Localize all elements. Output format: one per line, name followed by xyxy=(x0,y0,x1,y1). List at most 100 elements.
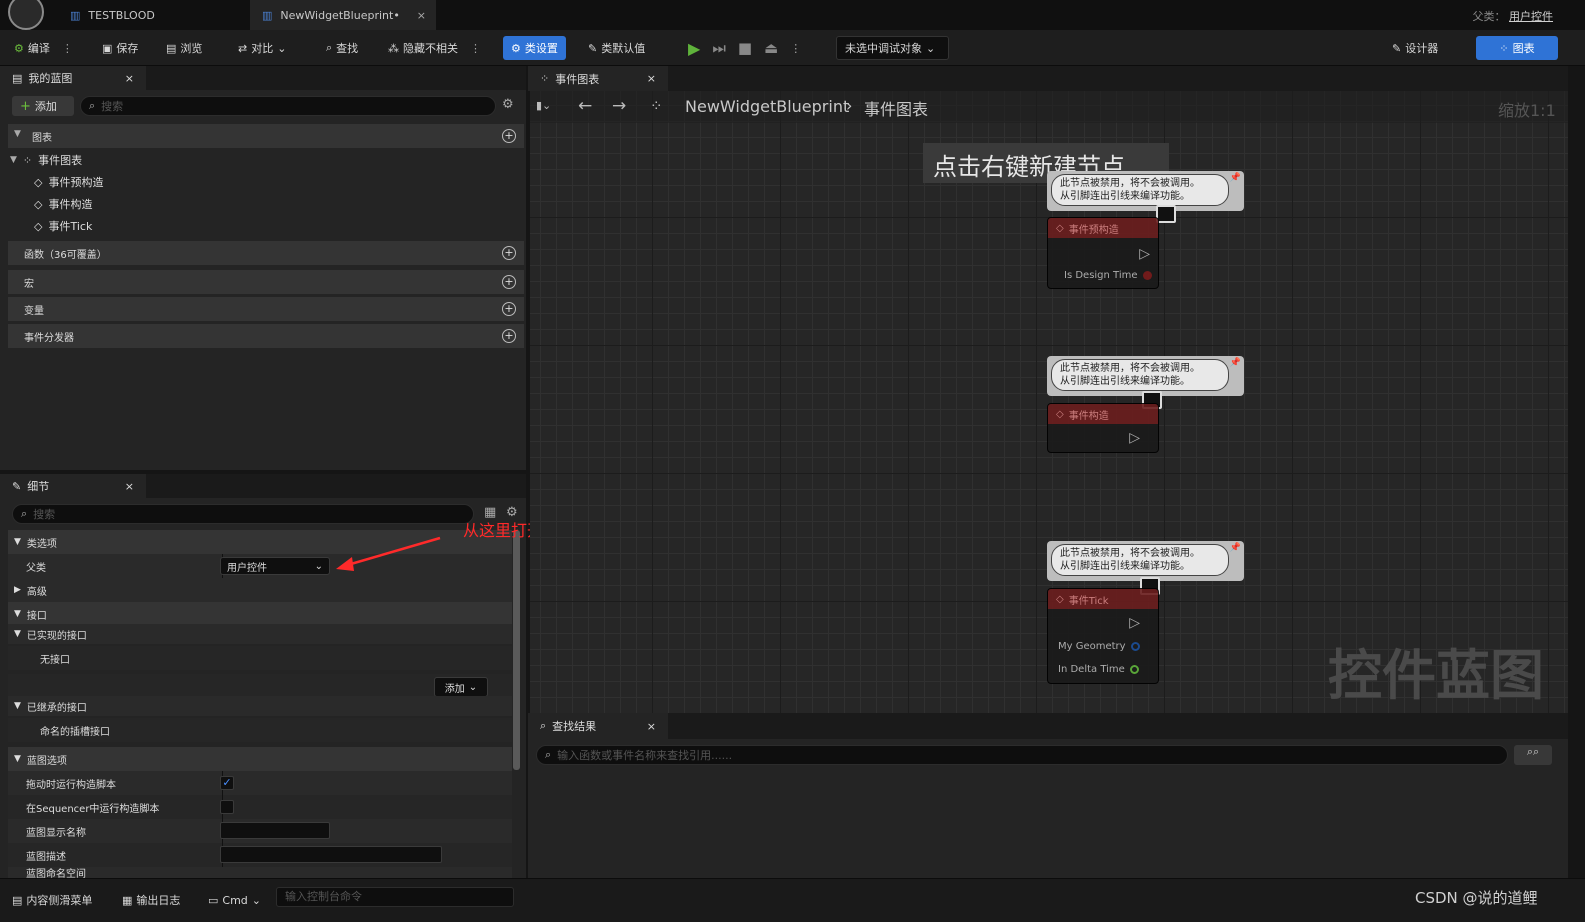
play-icon[interactable]: ▶ xyxy=(688,39,700,58)
item-label: 事件预构造 xyxy=(48,176,104,189)
in-delta-time-pin[interactable]: In Delta Time xyxy=(1058,664,1139,675)
console-command-input[interactable]: 输入控制台命令 xyxy=(276,887,514,907)
add-graph-icon[interactable]: + xyxy=(502,129,516,143)
output-log-button[interactable]: ▦ 输出日志 xyxy=(122,888,180,912)
parent-class-link[interactable]: 用户控件 xyxy=(1509,10,1553,23)
back-arrow-icon[interactable]: ← xyxy=(578,96,592,116)
monitor-icon xyxy=(1156,205,1176,223)
add-button[interactable]: + 添加 xyxy=(12,96,74,116)
group-label: 已实现的接口 xyxy=(26,630,87,642)
inherited-interfaces-group[interactable]: ▼ 已继承的接口 xyxy=(8,696,512,716)
tab-details[interactable]: ✎ 细节 × xyxy=(0,474,146,498)
my-geometry-pin[interactable]: My Geometry xyxy=(1058,641,1140,652)
compile-button[interactable]: ⚙ 编译 ⋮ xyxy=(14,36,73,60)
exec-pin-icon[interactable]: ▷ xyxy=(1129,430,1140,446)
pin-icon[interactable]: 📌 xyxy=(1230,358,1241,368)
pin-icon[interactable]: 📌 xyxy=(1230,173,1241,183)
exec-pin-icon[interactable]: ▷ xyxy=(1139,246,1150,262)
add-function-icon[interactable]: + xyxy=(502,246,516,260)
graph-canvas[interactable]: ▮⌄ ← → ⁘ NewWidgetBlueprint › 事件图表 缩放1:1… xyxy=(530,91,1568,713)
parent-class-dropdown[interactable]: 用户控件 ⌄ xyxy=(220,557,330,575)
event-construct-node[interactable]: ◇ 事件构造 ▷ xyxy=(1047,403,1159,453)
close-icon[interactable]: × xyxy=(647,72,656,85)
more-options-icon[interactable]: ⋮ xyxy=(470,42,481,55)
event-graph-label: 事件图表 xyxy=(38,154,83,167)
namespace-row: 蓝图命名空间 xyxy=(8,867,512,878)
exec-pin-icon[interactable]: ▷ xyxy=(1129,615,1140,631)
stop-icon[interactable]: ■ xyxy=(738,39,752,57)
run-construct-drag-checkbox[interactable]: ✓ xyxy=(220,776,234,790)
blueprint-search-input[interactable]: ⌕ 搜索 xyxy=(80,96,496,116)
graph-mode-button[interactable]: ⁘ 图表 xyxy=(1476,36,1558,60)
class-defaults-button[interactable]: ✎ 类默认值 xyxy=(588,36,645,60)
section-dispatchers[interactable]: 事件分发器 + xyxy=(8,324,524,348)
description-input[interactable] xyxy=(220,846,442,863)
tab-event-graph[interactable]: ⁘ 事件图表 × xyxy=(528,66,668,91)
run-construct-seq-checkbox[interactable] xyxy=(220,800,234,814)
browse-button[interactable]: ▤ 浏览 xyxy=(166,36,202,60)
class-settings-button[interactable]: ⚙ 类设置 xyxy=(503,36,566,60)
close-icon[interactable]: × xyxy=(125,480,134,493)
save-button[interactable]: ▣ 保存 xyxy=(102,36,138,60)
category-blueprint-options[interactable]: ▼ 蓝图选项 xyxy=(8,747,512,771)
section-graphs[interactable]: ▼ 图表 + xyxy=(8,124,524,148)
save-label: 保存 xyxy=(116,42,139,55)
hide-unrelated-icon: ⁂ xyxy=(388,41,399,55)
bookmark-icon[interactable]: ▮⌄ xyxy=(536,99,551,112)
event-tick-node[interactable]: ◇ 事件Tick ▷ My Geometry In Delta Time xyxy=(1047,588,1159,684)
unreal-logo[interactable] xyxy=(8,0,44,30)
step-icon[interactable]: ⏭ xyxy=(712,39,726,57)
event-pre-construct-item[interactable]: ◇ 事件预构造 xyxy=(34,172,103,192)
node-header: ◇ 事件构造 xyxy=(1048,404,1158,424)
section-macros[interactable]: 宏 + xyxy=(8,270,524,294)
eject-icon[interactable]: ⏏ xyxy=(764,39,778,57)
parent-class-indicator: 父类： 用户控件 xyxy=(1473,8,1554,24)
zoom-level: 缩放1:1 xyxy=(1498,101,1556,120)
details-search-input[interactable]: ⌕ 搜索 xyxy=(12,504,474,524)
cmd-dropdown[interactable]: ▭ Cmd ⌄ xyxy=(208,888,261,912)
settings-gear-icon[interactable]: ⚙ xyxy=(502,97,514,112)
play-options-icon[interactable]: ⋮ xyxy=(790,42,801,55)
category-advanced[interactable]: ▶ 高级 xyxy=(8,578,512,602)
debug-object-dropdown[interactable]: 未选中调试对象 ⌄ xyxy=(836,36,949,60)
compile-options-icon[interactable]: ⋮ xyxy=(62,42,73,55)
event-graph-item[interactable]: ▼ ⁘ 事件图表 xyxy=(10,150,82,170)
diff-button[interactable]: ⇄ 对比 ⌄ xyxy=(238,36,286,60)
details-scrollbar[interactable] xyxy=(513,530,520,770)
forward-arrow-icon[interactable]: → xyxy=(612,96,626,116)
disabled-note: 此节点被禁用，将不会被调用。 从引脚连出引线来编译功能。 xyxy=(1051,174,1229,206)
add-variable-icon[interactable]: + xyxy=(502,302,516,316)
add-interface-button[interactable]: 添加 ⌄ xyxy=(434,677,488,697)
event-diamond-icon: ◇ xyxy=(34,219,43,233)
category-interfaces[interactable]: ▼ 接口 xyxy=(8,602,512,626)
hide-unrelated-button[interactable]: ⁂ 隐藏不相关 ⋮ xyxy=(388,36,481,60)
tab-my-blueprint[interactable]: ▤ 我的蓝图 × xyxy=(0,66,146,90)
is-design-time-pin[interactable]: Is Design Time xyxy=(1064,270,1152,281)
event-pre-construct-node[interactable]: ◇ 事件预构造 ▷ Is Design Time xyxy=(1047,217,1159,289)
tab-find-results[interactable]: ⌕ 查找结果 × xyxy=(528,713,668,739)
content-drawer-button[interactable]: ▤ 内容侧滑菜单 xyxy=(12,888,92,912)
find-in-all-button[interactable]: ⌕⌕ xyxy=(1514,745,1552,765)
section-functions[interactable]: 函数（36可覆盖） + xyxy=(8,241,524,265)
breadcrumb-root[interactable]: NewWidgetBlueprint xyxy=(685,97,849,116)
find-button[interactable]: ⌕ 查找 xyxy=(326,36,358,60)
find-results-panel: ⌕ 查找结果 × ⌕ 输入函数或事件名称来查找引用...... ⌕⌕ xyxy=(528,713,1568,878)
display-name-input[interactable] xyxy=(220,822,330,839)
blueprint-tab-icon: ▥ xyxy=(262,8,273,22)
designer-button[interactable]: ✎ 设计器 xyxy=(1392,36,1438,60)
tab-newwidgetblueprint[interactable]: ▥ NewWidgetBlueprint• × xyxy=(250,0,436,30)
add-dispatcher-icon[interactable]: + xyxy=(502,329,516,343)
event-tick-item[interactable]: ◇ 事件Tick xyxy=(34,216,92,236)
close-icon[interactable]: × xyxy=(647,720,656,733)
tab-testblood[interactable]: ▥ TESTBLOOD xyxy=(58,0,248,30)
pin-icon[interactable]: 📌 xyxy=(1230,543,1241,553)
tab-close-icon[interactable]: × xyxy=(417,9,426,22)
add-macro-icon[interactable]: + xyxy=(502,275,516,289)
find-results-search-input[interactable]: ⌕ 输入函数或事件名称来查找引用...... xyxy=(536,745,1508,765)
event-construct-item[interactable]: ◇ 事件构造 xyxy=(34,194,92,214)
section-variables[interactable]: 变量 + xyxy=(8,297,524,321)
bool-pin-dot xyxy=(1142,271,1152,280)
triangle-right-icon: ▶ xyxy=(14,585,21,595)
implemented-interfaces-group[interactable]: ▼ 已实现的接口 xyxy=(8,624,512,644)
close-icon[interactable]: × xyxy=(125,72,134,85)
